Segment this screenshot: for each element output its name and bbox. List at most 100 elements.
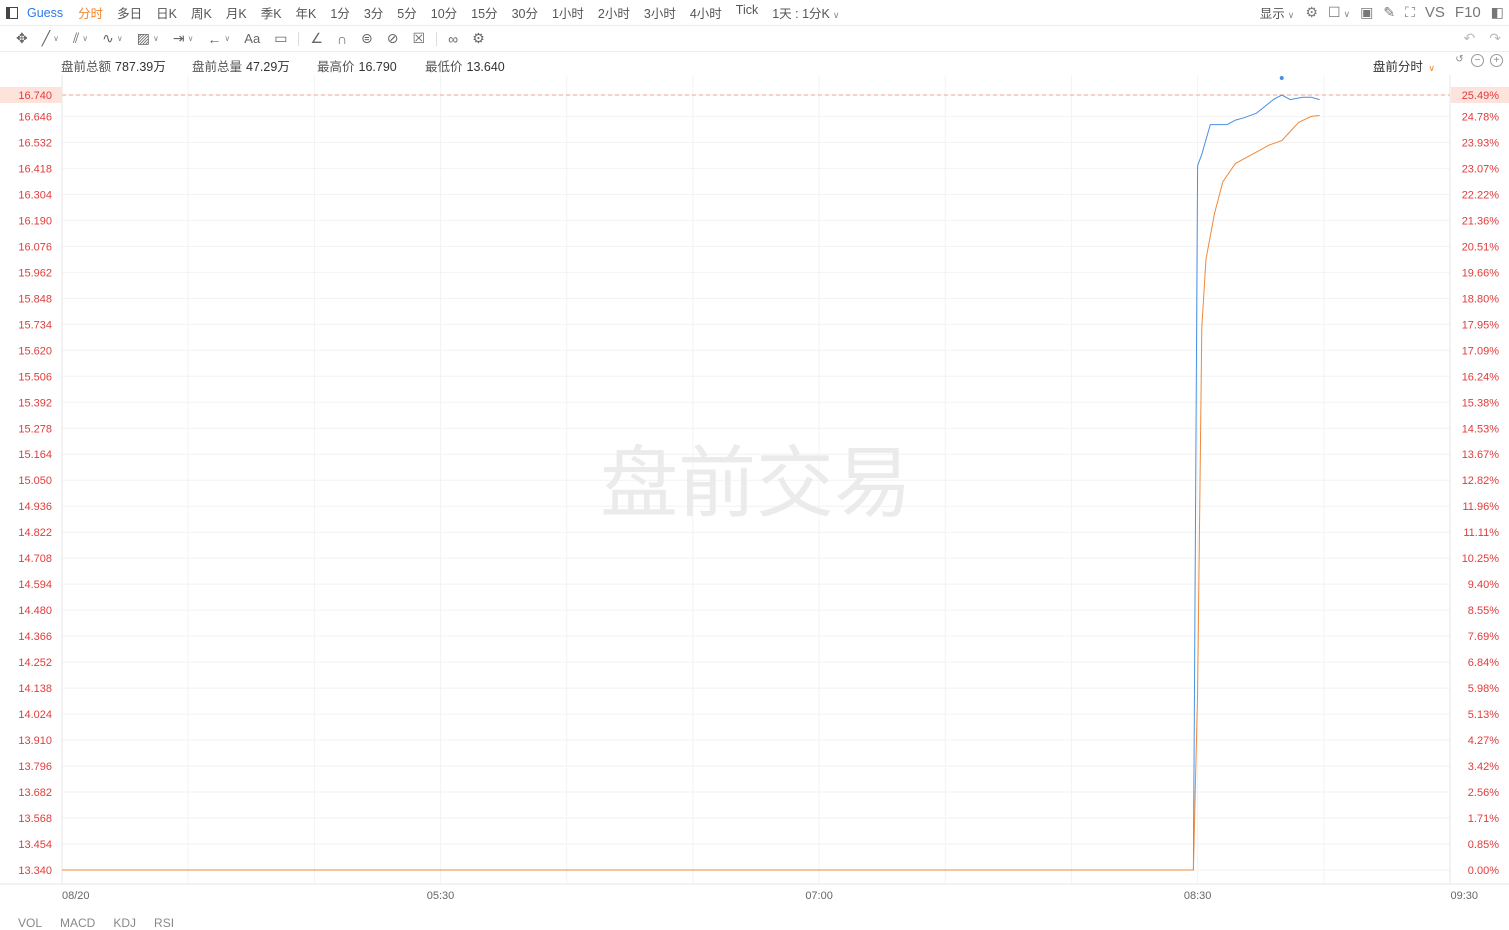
arrow-tool-icon[interactable]: ← ∨ — [207, 31, 230, 47]
period-tabs: 分时 多日 日K 周K 月K 季K 年K 1分 3分 5分 10分 15分 30分 1小时 2小时 3小时 4小… — [71, 3, 765, 22]
price-tick-label: 16.646 — [18, 111, 52, 123]
reset-icon[interactable]: ↺ — [1454, 54, 1465, 65]
indicator-tab[interactable]: KDJ — [113, 916, 136, 930]
period-tab[interactable]: Tick — [736, 3, 758, 22]
price-tick-label: 15.050 — [18, 475, 52, 487]
percent-tick-label: 12.82% — [1462, 475, 1500, 487]
stat-low: 最低价 13.640 — [425, 60, 505, 74]
indicator-tab[interactable]: RSI — [154, 916, 174, 930]
period-combo[interactable]: 1天 : 1分K ∨ — [772, 3, 839, 22]
period-tab[interactable]: 月K — [226, 3, 247, 22]
zoom-in-icon[interactable]: + — [1490, 54, 1503, 67]
period-tab[interactable]: 5分 — [397, 3, 416, 22]
period-tab[interactable]: 10分 — [431, 3, 457, 22]
price-tick-label: 16.532 — [18, 137, 52, 149]
indicator-tab[interactable]: MACD — [60, 916, 95, 930]
move-icon[interactable]: ✥ — [16, 30, 28, 47]
period-tab[interactable]: 周K — [191, 3, 212, 22]
price-tick-label: 13.568 — [18, 813, 52, 825]
measure-tool-icon[interactable]: ⇥ ∨ — [173, 30, 194, 47]
period-tab[interactable]: 30分 — [512, 3, 538, 22]
percent-tick-label: 0.00% — [1468, 865, 1499, 877]
chart-mode-select[interactable]: 盘前分时 ∨ — [1373, 56, 1435, 75]
comment-tool-icon[interactable]: ▭ — [274, 30, 287, 47]
price-tick-label: 16.076 — [18, 241, 52, 253]
text-tool-icon[interactable]: Aa — [244, 31, 260, 46]
percent-tick-label: 18.80% — [1462, 293, 1500, 305]
vs-button[interactable]: VS — [1425, 4, 1445, 21]
price-tick-label: 14.822 — [18, 527, 52, 539]
percent-tick-label: 25.49% — [1462, 90, 1500, 102]
price-tick-label: 13.796 — [18, 761, 52, 773]
period-tab[interactable]: 2小时 — [598, 3, 630, 22]
price-tick-label: 15.962 — [18, 267, 52, 279]
display-menu[interactable]: 显示 ∨ — [1260, 3, 1295, 22]
redo-icon[interactable]: ↷ — [1489, 30, 1501, 47]
percent-tick-label: 14.53% — [1462, 423, 1500, 435]
high-marker — [1279, 76, 1284, 80]
price-tick-label: 14.366 — [18, 631, 52, 643]
pattern-tool-icon[interactable]: ▨ ∨ — [137, 30, 159, 47]
period-tab[interactable]: 日K — [156, 3, 177, 22]
indicator-tab[interactable]: VOL — [18, 916, 42, 930]
price-tick-label: 14.480 — [18, 605, 52, 617]
period-tab[interactable]: 分时 — [78, 3, 103, 22]
price-tick-label: 15.620 — [18, 345, 52, 357]
drawing-toolbar: ✥ ╱ ∨ ⫽ ∨ ∿ ∨ ▨ ∨ ⇥ ∨ ← ∨ Aa ▭ ∠ ∩ ⊜ ⊘ ☒ ∞ ⚙ — [0, 26, 1509, 52]
lock-drawings-icon[interactable]: ⊜ — [361, 30, 373, 47]
symbol-name[interactable]: Guess — [27, 6, 63, 20]
f10-button[interactable]: F10 — [1455, 4, 1481, 21]
percent-tick-label: 4.27% — [1468, 735, 1499, 747]
link-icon[interactable]: ∞ — [448, 31, 458, 47]
percent-tick-label: 17.09% — [1462, 345, 1500, 357]
percent-tick-label: 3.42% — [1468, 761, 1499, 773]
channel-tool-icon[interactable]: ⫽ ∨ — [73, 30, 88, 47]
stat-volume: 盘前总量 47.29万 — [192, 60, 290, 74]
wave-tool-icon[interactable]: ∿ ∨ — [102, 30, 123, 47]
period-tab[interactable]: 1小时 — [552, 3, 584, 22]
period-tab[interactable]: 多日 — [117, 3, 142, 22]
toolbar-divider — [298, 31, 300, 46]
price-tick-label: 13.682 — [18, 787, 52, 799]
line-tool-icon[interactable]: ╱ ∨ — [42, 30, 59, 47]
hide-drawings-icon[interactable]: ⊘ — [387, 30, 399, 47]
settings-icon[interactable]: ⚙ — [1305, 4, 1318, 21]
period-tab[interactable]: 季K — [261, 3, 282, 22]
price-tick-label: 14.024 — [18, 709, 52, 721]
watermark: 盘前交易 — [600, 439, 912, 529]
magnet-icon[interactable]: ∩ — [337, 31, 347, 47]
sidebar-toggle-icon[interactable]: ◧ — [1491, 4, 1504, 21]
price-tick-label: 15.506 — [18, 371, 52, 383]
time-tick-label: 09:30 — [1450, 890, 1478, 902]
angle-tool-icon[interactable]: ∠ — [310, 30, 323, 47]
price-tick-label: 15.734 — [18, 319, 52, 331]
percent-tick-label: 8.55% — [1468, 605, 1499, 617]
percent-tick-label: 9.40% — [1468, 579, 1499, 591]
period-tab[interactable]: 3分 — [364, 3, 383, 22]
panel-toggle-icon[interactable] — [6, 6, 18, 19]
zoom-out-icon[interactable]: − — [1471, 54, 1484, 67]
undo-icon[interactable]: ↶ — [1464, 30, 1476, 47]
top-right-controls: 显示 ∨ ⚙ ☐ ∨ ▣ ✎ ⛶ VS F10 ◧ — [1260, 0, 1509, 25]
percent-tick-label: 16.24% — [1462, 371, 1500, 383]
period-tab[interactable]: 年K — [296, 3, 317, 22]
percent-axis: 25.49% 24.78% 23.93% 23.07% 22.22% 21.36% 20.5… — [1451, 87, 1509, 877]
period-tab[interactable]: 3小时 — [644, 3, 676, 22]
price-tick-label: 16.190 — [18, 215, 52, 227]
toolbar-settings-icon[interactable]: ⚙ — [472, 30, 485, 47]
camera-icon[interactable]: ▣ — [1360, 4, 1373, 21]
price-tick-label: 16.304 — [18, 189, 52, 201]
period-tab[interactable]: 15分 — [471, 3, 497, 22]
price-tick-label: 14.252 — [18, 657, 52, 669]
fullscreen-icon[interactable]: ⛶ — [1405, 4, 1415, 21]
percent-tick-label: 0.85% — [1468, 839, 1499, 851]
time-tick-label: 05:30 — [427, 890, 455, 902]
percent-tick-label: 1.71% — [1468, 813, 1499, 825]
intraday-chart[interactable]: 盘前交易 16.740 16.646 16.532 16.418 16.304 16.19… — [0, 0, 1509, 924]
period-tab[interactable]: 4小时 — [690, 3, 722, 22]
delete-icon[interactable]: ☒ — [413, 30, 426, 47]
percent-tick-label: 13.67% — [1462, 449, 1500, 461]
pencil-icon[interactable]: ✎ — [1383, 4, 1395, 21]
layout-icon[interactable]: ☐ ∨ — [1328, 4, 1350, 21]
period-tab[interactable]: 1分 — [330, 3, 349, 22]
